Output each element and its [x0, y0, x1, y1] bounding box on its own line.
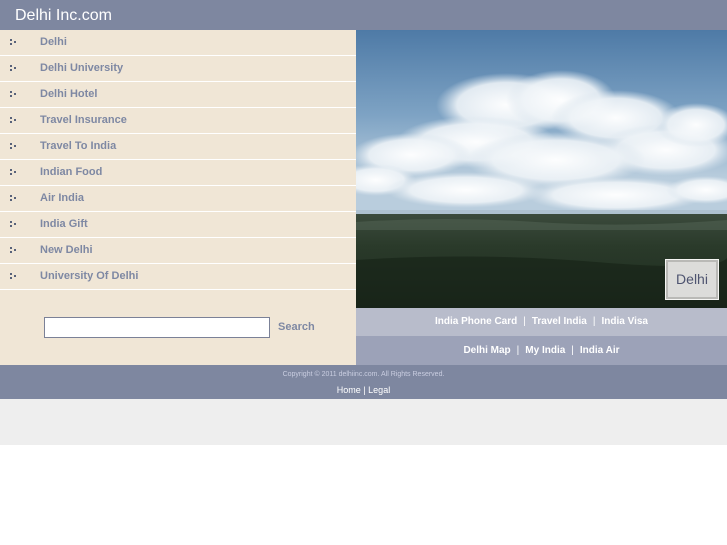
sidebar-item[interactable]: Delhi	[0, 30, 356, 56]
sidebar-item-label[interactable]: Delhi Hotel	[40, 88, 97, 100]
header-bar: Delhi Inc.com	[0, 0, 727, 30]
link-separator: |	[571, 345, 574, 356]
link-row-primary-link[interactable]: India Phone Card	[435, 316, 517, 327]
bullet-icon	[10, 65, 18, 73]
link-row-secondary-link[interactable]: India Air	[580, 345, 620, 356]
bullet-icon	[10, 169, 18, 177]
footer: Copyright © 2011 delhiinc.com. All Right…	[0, 365, 727, 399]
link-separator: |	[516, 345, 520, 356]
sidebar-item-label[interactable]: Air India	[40, 192, 84, 204]
bullet-icon	[10, 273, 18, 281]
sidebar-item-label[interactable]: Travel To India	[40, 140, 116, 152]
sidebar-item[interactable]: Indian Food	[0, 160, 356, 186]
hero-image: Delhi	[356, 30, 727, 308]
sidebar-item[interactable]: India Gift	[0, 212, 356, 238]
sidebar-item-label[interactable]: University Of Delhi	[40, 270, 138, 282]
sidebar-item-label[interactable]: Delhi	[40, 36, 67, 48]
sidebar-item[interactable]: Travel To India	[0, 134, 356, 160]
sidebar-item-label[interactable]: Travel Insurance	[40, 114, 127, 126]
bullet-icon	[10, 39, 18, 47]
link-row-secondary-link[interactable]: Delhi Map	[463, 345, 510, 356]
sidebar-item[interactable]: University Of Delhi	[0, 264, 356, 290]
nav-list: Delhi Delhi University Delhi Hotel Travel I…	[0, 30, 356, 290]
bullet-icon	[10, 91, 18, 99]
link-row-primary-link[interactable]: Travel India	[532, 316, 587, 327]
sidebar-item-label[interactable]: New Delhi	[40, 244, 93, 256]
footer-home-link[interactable]: Home	[337, 385, 361, 395]
link-row-primary: India Phone Card | Travel India | India Visa	[356, 308, 727, 336]
hero-badge: Delhi	[665, 259, 719, 300]
search-button[interactable]: Search	[278, 321, 315, 333]
sidebar-item[interactable]: Travel Insurance	[0, 108, 356, 134]
sidebar-item-label[interactable]: Indian Food	[40, 166, 102, 178]
site-title[interactable]: Delhi Inc.com	[15, 7, 112, 25]
sidebar-item-label[interactable]: India Gift	[40, 218, 88, 230]
footer-divider: |	[363, 385, 366, 395]
copyright-text: Copyright © 2011 delhiinc.com. All Right…	[282, 371, 445, 378]
sidebar-item[interactable]: New Delhi	[0, 238, 356, 264]
footer-links: Home | Legal	[0, 385, 727, 395]
sidebar: Delhi Delhi University Delhi Hotel Travel I…	[0, 30, 356, 365]
bottom-band	[0, 399, 727, 445]
link-separator: |	[592, 316, 596, 327]
search-input[interactable]	[44, 317, 270, 338]
bullet-icon	[10, 247, 18, 255]
sidebar-item[interactable]: Delhi Hotel	[0, 82, 356, 108]
link-row-secondary-link[interactable]: My India	[525, 345, 565, 356]
sidebar-item[interactable]: Air India	[0, 186, 356, 212]
sidebar-item-label[interactable]: Delhi University	[40, 62, 123, 74]
link-separator: |	[523, 316, 526, 327]
bullet-icon	[10, 143, 18, 151]
bullet-icon	[10, 195, 18, 203]
sidebar-item[interactable]: Delhi University	[0, 56, 356, 82]
link-row-primary-link[interactable]: India Visa	[601, 316, 648, 327]
footer-legal-link[interactable]: Legal	[368, 385, 390, 395]
link-row-secondary: Delhi Map | My India | India Air	[356, 336, 727, 365]
bullet-icon	[10, 221, 18, 229]
bullet-icon	[10, 117, 18, 125]
